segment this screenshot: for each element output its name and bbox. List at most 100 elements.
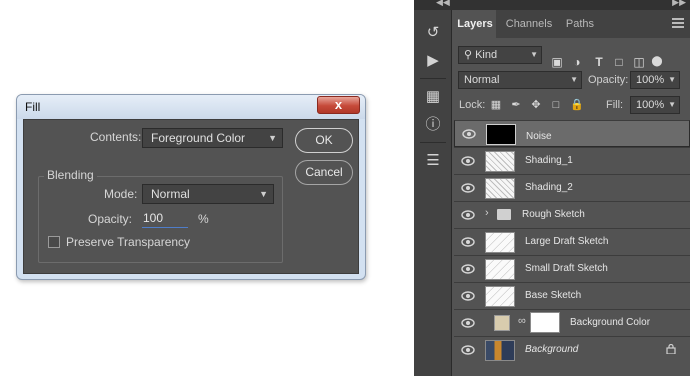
blending-label: Blending [44,168,97,182]
filter-toggle-icon[interactable]: ⬤ [650,55,664,69]
side-toolstrip: ↺ ▶ ▦ ⓘ ☰ [414,10,452,376]
layer-opacity-input[interactable]: 100% ▼ [630,71,680,89]
panel-menu-icon[interactable] [672,18,684,28]
layer-row-noise[interactable]: Noise [454,120,690,147]
chevron-down-icon: ▼ [530,50,538,59]
layer-name: Rough Sketch [522,209,585,220]
folder-icon [497,209,511,220]
smart-object-filter-icon[interactable]: ◫ [632,55,646,69]
search-icon: ⚲ [464,49,473,61]
layer-row-background-color[interactable]: ∞ Background Color [454,309,690,336]
layers-list: Noise Shading_1 Shading_2 › Rough Sketch [454,120,690,363]
fill-opacity-input[interactable]: 100% ▼ [630,96,680,114]
layer-opacity-value: 100% [636,74,665,86]
layers-panel: Layers Channels Paths ⚲ Kind ▼ ▣ ◑ T □ ◫ … [454,10,690,376]
layer-name: Background Color [570,317,651,328]
collapse-left-icon[interactable]: ◀◀ [436,0,450,8]
lock-image-pixels-icon[interactable]: ✒ [510,99,522,111]
lock-icon [666,344,676,354]
layer-mask-thumbnail [530,312,560,333]
layer-name: Background [525,344,579,355]
layer-row-small-draft-sketch[interactable]: Small Draft Sketch [454,255,690,282]
shape-filter-icon[interactable]: □ [612,55,626,69]
lock-transparent-pixels-icon[interactable]: ▦ [490,99,502,111]
dialog-body: Contents: Foreground Color ▼ Blending Mo… [23,119,359,274]
opacity-unit: % [198,212,209,226]
ok-button[interactable]: OK [295,128,353,153]
lock-position-icon[interactable]: ✥ [530,99,542,111]
clone-source-icon[interactable]: ☰ [422,150,444,172]
layer-name: Noise [526,131,552,142]
eye-icon[interactable] [462,128,476,140]
layer-thumbnail [485,340,515,361]
pixel-filter-icon[interactable]: ▣ [550,55,564,69]
cancel-button[interactable]: Cancel [295,160,353,185]
eye-icon[interactable] [461,209,475,221]
layer-thumbnail [485,151,515,172]
opacity-label: Opacity: [588,74,629,86]
layer-row-rough-sketch[interactable]: › Rough Sketch [454,201,690,228]
eye-icon[interactable] [461,155,475,167]
layer-name: Shading_1 [525,155,573,166]
play-actions-icon[interactable]: ▶ [422,50,444,72]
eye-icon[interactable] [461,290,475,302]
eye-icon[interactable] [461,263,475,275]
preserve-transparency-checkbox[interactable] [48,236,60,248]
chevron-down-icon: ▼ [259,189,268,199]
tab-paths[interactable]: Paths [560,10,600,38]
type-filter-icon[interactable]: T [592,55,606,69]
adjustment-filter-icon[interactable]: ◑ [570,55,584,69]
filter-kind-value: Kind [475,49,498,61]
chevron-down-icon: ▼ [668,100,676,109]
tab-channels[interactable]: Channels [500,10,558,38]
mode-select[interactable]: Normal ▼ [142,184,274,204]
toolstrip-divider [420,78,446,79]
layer-thumbnail [485,178,515,199]
panel-topbar[interactable]: ◀◀ ▶▶ [414,0,690,10]
blend-mode-value: Normal [464,74,500,86]
preserve-transparency-label: Preserve Transparency [66,235,191,249]
filter-kind-select[interactable]: ⚲ Kind ▼ [458,46,542,64]
layer-name: Base Sketch [525,290,582,301]
layer-thumbnail [485,286,515,307]
history-icon[interactable]: ↺ [422,22,444,44]
dialog-titlebar[interactable]: Fill x [17,95,365,119]
fill-dialog: Fill x Contents: Foreground Color ▼ Blen… [16,94,366,280]
layer-row-shading-2[interactable]: Shading_2 [454,174,690,201]
screen: Fill x Contents: Foreground Color ▼ Blen… [0,0,690,376]
blend-mode-select[interactable]: Normal ▼ [458,71,582,89]
layer-name: Large Draft Sketch [525,236,609,247]
eye-icon[interactable] [461,344,475,356]
chevron-right-icon[interactable]: › [485,207,489,219]
chevron-down-icon: ▼ [668,75,676,84]
opacity-input[interactable]: 100 [142,210,188,228]
fill-label: Fill: [606,99,624,111]
lock-artboard-icon[interactable]: □ [550,99,562,111]
dialog-title: Fill [25,100,41,114]
expand-right-icon[interactable]: ▶▶ [672,0,686,8]
chevron-down-icon: ▼ [268,133,277,143]
layer-row-large-draft-sketch[interactable]: Large Draft Sketch [454,228,690,255]
contents-select[interactable]: Foreground Color ▼ [142,128,283,148]
layer-name: Small Draft Sketch [525,263,608,274]
properties-icon[interactable]: ▦ [422,86,444,108]
eye-icon[interactable] [461,182,475,194]
layer-thumbnail [486,124,516,145]
layer-row-base-sketch[interactable]: Base Sketch [454,282,690,309]
layer-name: Shading_2 [525,182,573,193]
info-icon[interactable]: ⓘ [422,114,444,136]
tab-layers[interactable]: Layers [454,10,496,38]
lock-all-icon[interactable]: 🔒 [570,99,584,111]
panel-tabs: Layers Channels Paths [454,10,690,38]
layer-thumbnail [485,232,515,253]
layers-panel-window: ◀◀ ▶▶ ↺ ▶ ▦ ⓘ ☰ Layers Channels Paths ⚲ K… [414,0,690,376]
layer-row-shading-1[interactable]: Shading_1 [454,147,690,174]
eye-icon[interactable] [461,317,475,329]
eye-icon[interactable] [461,236,475,248]
close-button[interactable]: x [317,96,360,114]
layer-row-background[interactable]: Background [454,336,690,363]
color-fill-swatch [494,315,510,331]
contents-value: Foreground Color [151,131,246,145]
chevron-down-icon: ▼ [570,75,578,84]
link-icon[interactable]: ∞ [518,315,526,327]
